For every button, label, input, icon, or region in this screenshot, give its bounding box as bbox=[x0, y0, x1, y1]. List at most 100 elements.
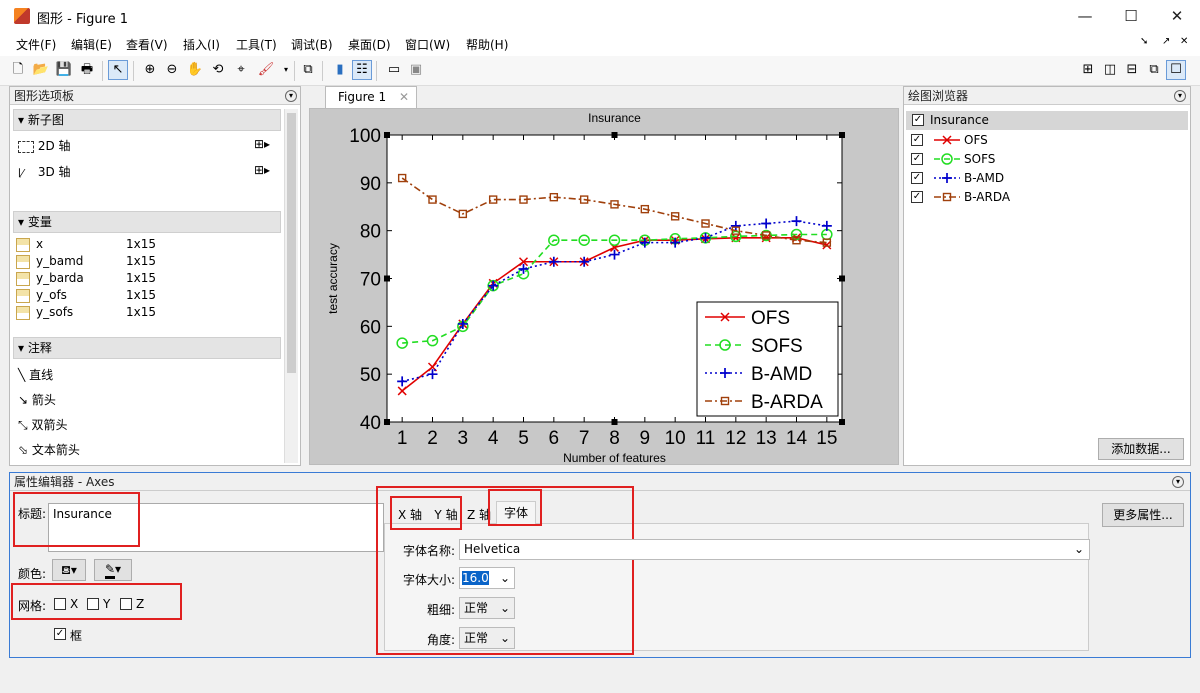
close-button[interactable]: ✕ bbox=[1154, 0, 1200, 32]
axes-item[interactable]: ✓ Insurance bbox=[906, 111, 1188, 130]
list-item[interactable]: x 1x15 bbox=[16, 237, 276, 254]
browser-series-item[interactable]: ✓ SOFS bbox=[904, 150, 1184, 169]
annotation-double-arrow[interactable]: ⤡ 双箭头 bbox=[18, 416, 67, 433]
weight-select[interactable]: 正常 ⌄ bbox=[459, 597, 515, 619]
save-icon[interactable]: 💾 bbox=[54, 60, 74, 80]
hide-plot-tools-icon[interactable]: ▭ bbox=[384, 60, 404, 80]
layout-float-icon[interactable]: ⧉ bbox=[1144, 60, 1164, 80]
annotation-arrow[interactable]: ↘ 箭头 bbox=[18, 391, 56, 408]
menu-window[interactable]: 窗口(W) bbox=[405, 36, 450, 53]
annotation-line[interactable]: ╲ 直线 bbox=[18, 366, 53, 383]
list-item[interactable]: y_ofs 1x15 bbox=[16, 288, 276, 305]
menu-debug[interactable]: 调试(B) bbox=[291, 36, 333, 53]
insert-colorbar-icon[interactable]: ▮ bbox=[330, 60, 350, 80]
zoom-in-icon[interactable]: ⊕ bbox=[140, 60, 160, 80]
menu-edit[interactable]: 编辑(E) bbox=[71, 36, 112, 53]
print-icon[interactable]: 🖶 bbox=[77, 60, 97, 80]
palette-scrollbar[interactable] bbox=[284, 109, 298, 463]
show-plot-tools-icon[interactable]: ▣ bbox=[406, 60, 426, 80]
chart[interactable]: Insurance4050607080901001 2 3 4 5 6 7 8 9 10 11 12 1… bbox=[309, 108, 899, 465]
menu-file[interactable]: 文件(F) bbox=[16, 36, 56, 53]
axes-2d-icon bbox=[18, 140, 34, 153]
brush-dropdown-icon[interactable]: ▾ bbox=[276, 60, 296, 80]
tab-figure-1[interactable]: Figure 1 ✕ bbox=[325, 86, 417, 108]
series-line-icon bbox=[934, 173, 960, 183]
add-data-button[interactable]: 添加数据... bbox=[1098, 438, 1184, 460]
close-tab-icon[interactable]: ✕ bbox=[399, 90, 409, 104]
series-checkbox[interactable]: ✓ bbox=[911, 191, 923, 203]
font-name-select[interactable]: Helvetica ⌄ bbox=[459, 539, 1090, 560]
data-cursor-icon[interactable]: ⌖ bbox=[231, 60, 251, 80]
maximize-button[interactable]: ☐ bbox=[1108, 0, 1154, 32]
property-editor-collapse-icon[interactable]: ▾ bbox=[1172, 476, 1184, 488]
edit-plot-pointer-icon[interactable]: ↖ bbox=[108, 60, 128, 80]
link-plot-icon[interactable]: ⧉ bbox=[298, 60, 318, 80]
pan-hand-icon[interactable]: ✋ bbox=[185, 60, 205, 80]
list-item[interactable]: y_bamd 1x15 bbox=[16, 254, 276, 271]
chevron-down-icon: ⌄ bbox=[499, 571, 510, 585]
grid-2d-chooser-icon[interactable]: ⊞▸ bbox=[254, 137, 270, 151]
variable-icon bbox=[16, 272, 30, 286]
angle-label: 角度: bbox=[427, 633, 456, 647]
series-line-icon bbox=[934, 192, 960, 202]
font-size-select[interactable]: 16.0 ⌄ bbox=[459, 567, 515, 589]
new-figure-icon[interactable]: 🗋 bbox=[8, 60, 28, 80]
menu-insert[interactable]: 插入(I) bbox=[183, 36, 220, 53]
brush-icon[interactable]: 🖌 bbox=[256, 60, 276, 80]
insert-legend-icon[interactable]: ☷ bbox=[352, 60, 372, 80]
box-checkbox[interactable]: ✓ bbox=[54, 628, 66, 640]
close-figure-icon[interactable]: ✕ bbox=[1180, 36, 1188, 47]
selection-handle bbox=[384, 275, 390, 282]
selection-handle bbox=[611, 419, 618, 425]
x-tick-label: 5 bbox=[518, 428, 529, 449]
browser-collapse-icon[interactable]: ▾ bbox=[1174, 90, 1186, 102]
list-item[interactable]: y_sofs 1x15 bbox=[16, 305, 276, 322]
zoom-out-icon[interactable]: ⊖ bbox=[162, 60, 182, 80]
axes-checkbox[interactable]: ✓ bbox=[912, 114, 924, 126]
undock-icon[interactable]: ➘ bbox=[1140, 36, 1148, 47]
series-checkbox[interactable]: ✓ bbox=[911, 172, 923, 184]
menu-view[interactable]: 查看(V) bbox=[126, 36, 168, 53]
annotation-text-arrow[interactable]: ⬂ 文本箭头 bbox=[18, 441, 80, 458]
series-checkbox[interactable]: ✓ bbox=[911, 134, 923, 146]
menu-tools[interactable]: 工具(T) bbox=[236, 36, 277, 53]
x-tick-label: 11 bbox=[696, 428, 716, 449]
layout-rows-icon[interactable]: ⊟ bbox=[1122, 60, 1142, 80]
edge-color-button[interactable]: ✎▾ bbox=[94, 559, 132, 581]
grid-3d-chooser-icon[interactable]: ⊞▸ bbox=[254, 163, 270, 177]
minimize-button[interactable]: — bbox=[1062, 0, 1108, 32]
browser-series-item[interactable]: ✓ B-AMD bbox=[904, 169, 1184, 188]
menu-help[interactable]: 帮助(H) bbox=[466, 36, 508, 53]
selection-handle bbox=[611, 132, 618, 138]
face-color-button[interactable]: ⛾▾ bbox=[52, 559, 86, 581]
menu-desktop[interactable]: 桌面(D) bbox=[348, 36, 391, 53]
more-properties-button[interactable]: 更多属性... bbox=[1102, 503, 1184, 527]
palette-title: 图形选项板 bbox=[10, 87, 300, 105]
open-file-icon[interactable]: 📂 bbox=[31, 60, 51, 80]
section-variables[interactable]: ▾ 变量 bbox=[13, 211, 281, 233]
layout-grid-icon[interactable]: ⊞ bbox=[1078, 60, 1098, 80]
layout-columns-icon[interactable]: ◫ bbox=[1100, 60, 1120, 80]
chevron-down-icon: ⌄ bbox=[499, 601, 510, 615]
rotate-3d-icon[interactable]: ⟲ bbox=[208, 60, 228, 80]
x-tick-label: 12 bbox=[725, 428, 746, 449]
chevron-down-icon: ⌄ bbox=[499, 631, 510, 645]
y-tick-label: 50 bbox=[360, 365, 381, 386]
list-item[interactable]: y_barda 1x15 bbox=[16, 271, 276, 288]
legend-label: B-AMD bbox=[751, 364, 812, 385]
angle-select[interactable]: 正常 ⌄ bbox=[459, 627, 515, 649]
dock-icon[interactable]: ↗ bbox=[1162, 36, 1170, 47]
series-checkbox[interactable]: ✓ bbox=[911, 153, 923, 165]
figure-area: Figure 1 ✕ Insurance 40 50 60 70 80 90 100 1 2 3 4 5 6… bbox=[307, 86, 900, 466]
title-bar: 图形 - Figure 1 — ☐ ✕ bbox=[0, 0, 1200, 32]
section-new-subplot[interactable]: ▾ 新子图 bbox=[13, 109, 281, 131]
section-annotations[interactable]: ▾ 注释 bbox=[13, 337, 281, 359]
subplot-3d-axes[interactable]: ⌊⁄ 3D 轴 bbox=[18, 163, 71, 180]
chevron-down-icon: ⌄ bbox=[1073, 542, 1084, 556]
browser-series-item[interactable]: ✓ B-ARDA bbox=[904, 188, 1184, 207]
palette-collapse-icon[interactable]: ▾ bbox=[285, 90, 297, 102]
subplot-2d-axes[interactable]: 2D 轴 bbox=[18, 137, 71, 154]
browser-series-item[interactable]: ✓ OFS bbox=[904, 131, 1184, 150]
layout-maximize-icon[interactable]: ☐ bbox=[1166, 60, 1186, 80]
variable-icon bbox=[16, 306, 30, 320]
